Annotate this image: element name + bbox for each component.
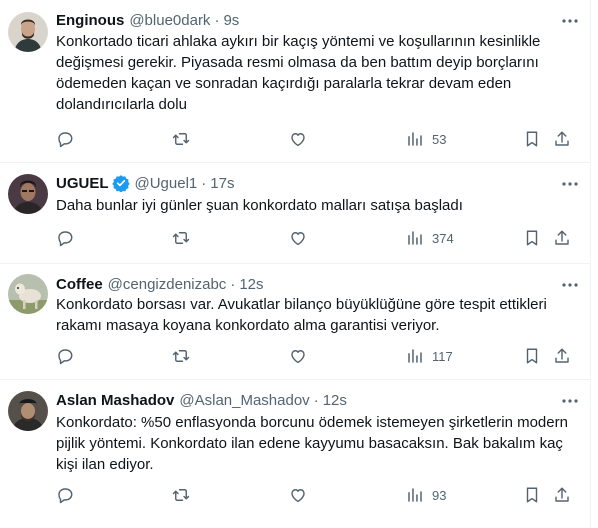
retweet-button[interactable] (172, 485, 190, 505)
separator-dot: · (230, 275, 236, 293)
like-icon (291, 350, 305, 364)
views-button[interactable]: 93 (406, 485, 446, 505)
views-count: 117 (432, 348, 453, 364)
retweet-icon (172, 350, 190, 362)
tweet-text: Daha bunlar iyi günler şuan konkordato m… (56, 197, 463, 214)
bookmark-icon (526, 131, 538, 147)
views-icon (408, 231, 422, 245)
avatar[interactable] (8, 174, 48, 214)
tweet[interactable]: UGUEL @Uguel1 · 17s Daha bunlar iyi günl… (0, 163, 591, 264)
retweet-button[interactable] (172, 129, 190, 149)
retweet-button[interactable] (172, 228, 190, 248)
reply-button[interactable] (56, 346, 74, 366)
like-button[interactable] (289, 228, 307, 248)
views-button[interactable]: 117 (406, 346, 453, 366)
action-bar: 93 (56, 485, 576, 505)
retweet-icon (172, 232, 190, 244)
timestamp[interactable]: 12s (239, 276, 263, 293)
bookmark-icon (526, 348, 538, 364)
more-icon[interactable] (561, 175, 579, 193)
timeline-feed: Enginous @blue0dark · 9s Konkortado tica… (0, 0, 591, 528)
bookmark-icon (526, 230, 538, 246)
bookmark-button[interactable] (523, 129, 541, 149)
views-count: 374 (432, 230, 454, 246)
like-icon (291, 232, 305, 246)
action-bar: 53 (56, 129, 576, 149)
reply-icon (58, 349, 73, 365)
timestamp[interactable]: 9s (223, 12, 239, 29)
tweet[interactable]: Aslan Mashadov @Aslan_Mashadov · 12s Kon… (0, 380, 591, 528)
tweet-text: Konkordato borsası var. Avukatlar bilanç… (56, 296, 547, 334)
tweet[interactable]: Enginous @blue0dark · 9s Konkortado tica… (0, 0, 591, 163)
views-icon (408, 488, 422, 502)
views-icon (408, 349, 422, 363)
reply-icon (58, 231, 73, 247)
timestamp[interactable]: 12s (323, 392, 347, 409)
views-button[interactable]: 374 (406, 228, 454, 248)
share-button[interactable] (553, 228, 571, 248)
views-count: 53 (432, 131, 447, 147)
share-icon (555, 487, 569, 502)
timestamp[interactable]: 17s (210, 175, 234, 192)
retweet-button[interactable] (172, 346, 190, 366)
share-button[interactable] (553, 129, 571, 149)
retweet-icon (172, 489, 190, 501)
more-icon[interactable] (561, 392, 579, 410)
share-button[interactable] (553, 485, 571, 505)
action-bar: 117 (56, 346, 576, 366)
tweet-text: Konkortado ticari ahlaka aykırı bir kaçı… (56, 33, 541, 113)
author-name[interactable]: Enginous (56, 12, 124, 29)
bookmark-icon (526, 487, 538, 503)
reply-button[interactable] (56, 129, 74, 149)
bookmark-button[interactable] (523, 485, 541, 505)
tweet[interactable]: Coffee @cengizdenizabc · 12s Konkordato … (0, 264, 591, 380)
more-icon[interactable] (561, 12, 579, 30)
reply-button[interactable] (56, 228, 74, 248)
verified-badge-icon (111, 174, 130, 192)
bookmark-button[interactable] (523, 228, 541, 248)
reply-icon (58, 132, 73, 148)
views-count: 93 (432, 487, 447, 503)
like-icon (291, 489, 305, 503)
bookmark-button[interactable] (523, 346, 541, 366)
like-button[interactable] (289, 346, 307, 366)
views-icon (408, 132, 422, 146)
more-icon[interactable] (561, 276, 579, 294)
tweet-text: Konkordato: %50 enflasyonda borcunu ödem… (56, 414, 568, 473)
separator-dot: · (201, 174, 207, 192)
share-icon (555, 131, 569, 146)
share-icon (555, 230, 569, 245)
author-handle[interactable]: @Uguel1 (135, 175, 198, 192)
author-handle[interactable]: @cengizdenizabc (108, 276, 227, 293)
author-name[interactable]: Coffee (56, 276, 103, 293)
share-button[interactable] (553, 346, 571, 366)
author-name[interactable]: UGUEL (56, 175, 109, 192)
avatar[interactable] (8, 391, 48, 431)
separator-dot: · (313, 391, 319, 409)
separator-dot: · (214, 11, 220, 29)
author-name[interactable]: Aslan Mashadov (56, 392, 174, 409)
like-icon (291, 133, 305, 147)
avatar[interactable] (8, 274, 48, 314)
action-bar: 374 (56, 228, 576, 248)
reply-button[interactable] (56, 485, 74, 505)
views-button[interactable]: 53 (406, 129, 446, 149)
author-handle[interactable]: @Aslan_Mashadov (179, 392, 309, 409)
author-handle[interactable]: @blue0dark (129, 12, 210, 29)
like-button[interactable] (289, 129, 307, 149)
share-icon (555, 348, 569, 363)
retweet-icon (172, 133, 190, 145)
reply-icon (58, 488, 73, 504)
like-button[interactable] (289, 485, 307, 505)
avatar[interactable] (8, 12, 48, 52)
